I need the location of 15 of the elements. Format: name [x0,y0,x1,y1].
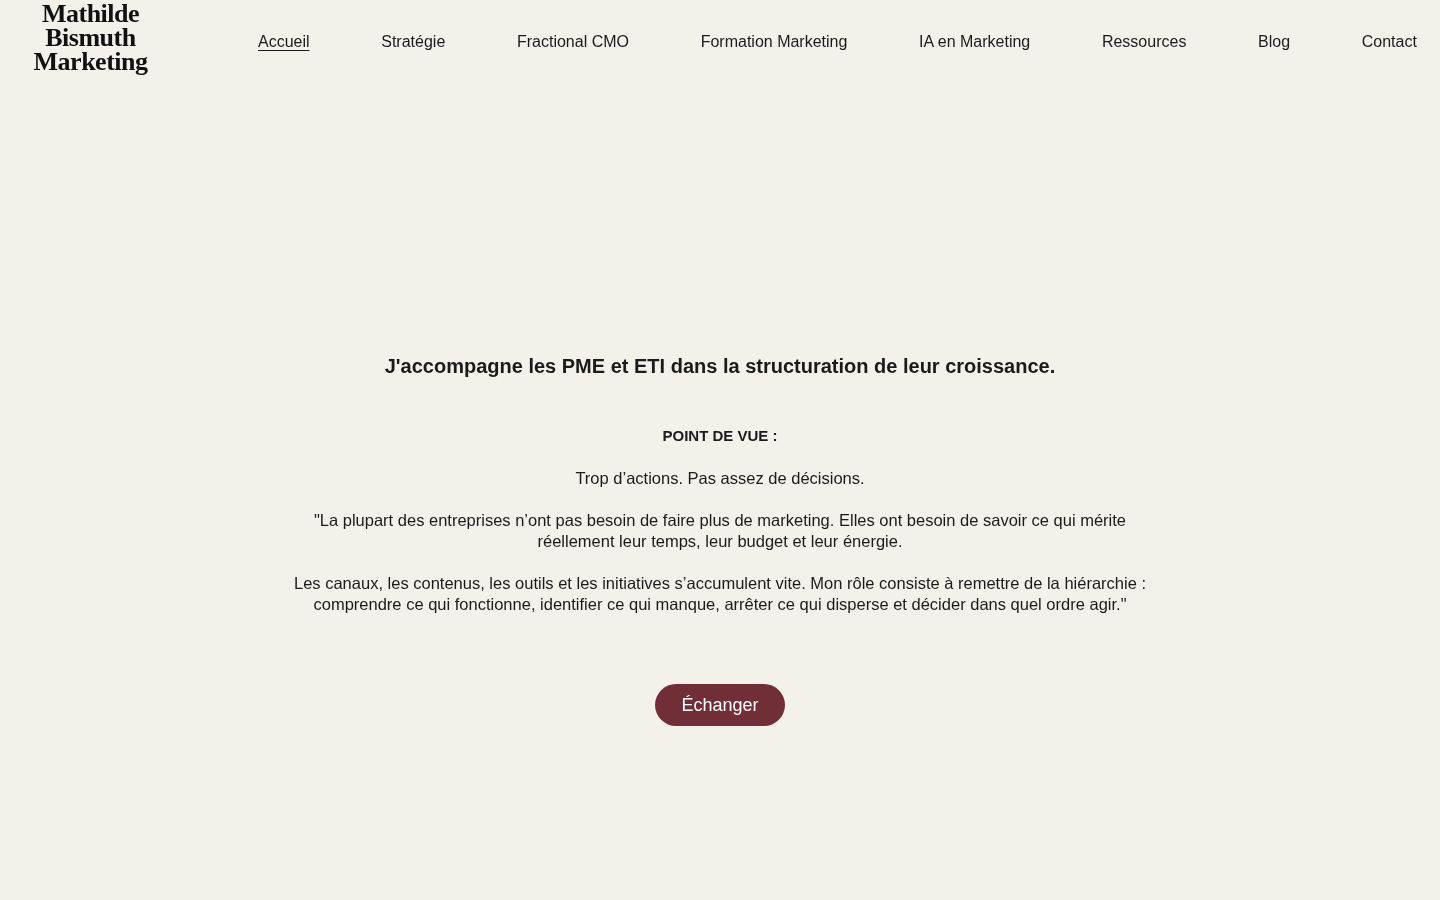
nav-link[interactable]: Blog [1258,30,1291,54]
nav-link[interactable]: Ressources [1101,30,1187,54]
exchange-button[interactable]: Échanger [655,684,785,726]
nav-link[interactable]: Fractional CMO [516,30,629,54]
hero-heading: J'accompagne les PME et ETI dans la structuration de leur croissance. [384,354,1056,379]
logo[interactable]: Mathilde Bismuth Marketing [34,2,147,74]
body-paragraph: Trop d’actions. Pas assez de décisions. [575,468,865,489]
section-label: POINT DE VUE : [662,426,778,446]
nav-link[interactable]: Formation Marketing [700,30,848,54]
nav-link[interactable]: Accueil [258,30,310,54]
body-paragraph: Les canaux, les contenus, les outils et les initiatives s’accumulent vite. Mon rôle consiste à remettre de la hiérarchie : comprendre ce qui fonctionne, identifier ce qui manque, arrêter ce qui disperse et décider dans quel ordre agir." [293,573,1147,615]
nav-link[interactable]: Stratégie [381,30,446,54]
body-paragraph: "La plupart des entreprises n’ont pas besoin de faire plus de marketing. Elles ont besoin de savoir ce qui mérite réellement leur temps, leur budget et leur énergie. [312,510,1128,552]
nav-link[interactable]: IA en Marketing [919,30,1031,54]
nav-link[interactable]: Contact [1361,30,1417,54]
